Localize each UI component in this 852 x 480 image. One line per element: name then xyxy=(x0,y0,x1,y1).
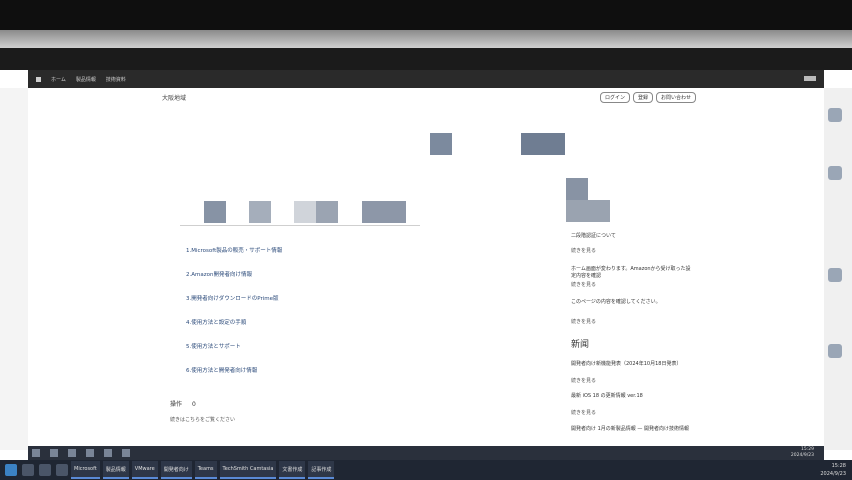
taskbar: Microsoft 製品情報 VMware 開発者向け Teams TechSm… xyxy=(0,460,852,480)
login-button[interactable]: ログイン xyxy=(600,92,631,103)
inner-start-icon[interactable] xyxy=(32,449,40,457)
taskbar-app[interactable]: 開発者向け xyxy=(160,461,192,479)
nav-item-3[interactable]: 技術資料 xyxy=(106,76,126,83)
register-button[interactable]: 登録 xyxy=(633,92,654,103)
top-dark-band xyxy=(0,48,852,70)
article-link[interactable]: 3.開発者向けダウンロードのPrime版 xyxy=(186,294,279,302)
site-navbar: ホーム 製品情報 技術資料 xyxy=(28,70,824,88)
top-black-region xyxy=(0,0,852,30)
article-link[interactable]: 2.Amazon開発者向け情報 xyxy=(186,270,252,278)
read-more-link[interactable]: 続きを見る xyxy=(571,318,596,325)
side-widget-icon[interactable] xyxy=(828,344,842,358)
browser-icon[interactable] xyxy=(56,464,68,476)
article-link[interactable]: 1.Microsoft製品の販売・サポート情報 xyxy=(186,246,282,254)
article-link[interactable]: 6.使用方法と開発者向け情報 xyxy=(186,366,257,374)
top-gray-region xyxy=(0,30,852,48)
inner-app-icon[interactable] xyxy=(67,449,76,457)
news-heading: 新闻 xyxy=(571,340,590,350)
contact-button[interactable]: お問い合わせ xyxy=(656,92,697,103)
taskbar-app[interactable]: TechSmith Camtasia xyxy=(219,461,277,479)
inner-search-icon[interactable] xyxy=(49,449,58,457)
inner-clock: 15:29 2024/9/23 xyxy=(791,447,814,459)
home-icon[interactable] xyxy=(36,76,41,82)
top-buttons: ログイン 登録 お問い合わせ xyxy=(600,92,697,103)
system-clock[interactable]: 15:28 2024/9/23 xyxy=(820,462,846,478)
sidebar-section-title: 二段階認証について xyxy=(571,233,616,239)
image-tile[interactable] xyxy=(294,201,316,223)
image-tile[interactable] xyxy=(204,201,226,223)
image-block xyxy=(566,178,588,200)
search-icon[interactable] xyxy=(22,464,34,476)
taskbar-app[interactable]: 文書作成 xyxy=(279,461,306,479)
side-widget-icon[interactable] xyxy=(828,268,842,282)
image-block xyxy=(566,200,610,222)
inner-app-icon[interactable] xyxy=(121,449,130,457)
right-gutter xyxy=(824,88,852,450)
news-item[interactable]: 最新 iOS 18 の更新情報 ver.18 xyxy=(571,393,691,400)
article-link[interactable]: 5.使用方法とサポート xyxy=(186,342,241,350)
bottom-note[interactable]: 続きはこちらをご覧ください xyxy=(170,416,235,423)
news-item[interactable]: 開発者向け新機能発表（2024年10月18日発表） xyxy=(571,361,691,368)
image-block xyxy=(521,133,565,155)
windows-start-icon[interactable] xyxy=(5,464,17,476)
left-gutter xyxy=(0,88,28,450)
inner-clock-date: 2024/9/23 xyxy=(790,453,814,458)
menu-icon[interactable] xyxy=(804,76,816,81)
image-tile[interactable] xyxy=(362,201,406,223)
taskbar-app[interactable]: Microsoft xyxy=(71,461,100,479)
clock-date: 2024/9/23 xyxy=(820,471,846,477)
read-more-link[interactable]: 続きを見る xyxy=(571,377,596,384)
clock-time: 15:28 xyxy=(831,463,846,469)
inner-app-icon[interactable] xyxy=(103,449,112,457)
operation-count: 0 xyxy=(191,401,196,408)
nav-item-1[interactable]: ホーム xyxy=(51,76,66,83)
inner-app-icon[interactable] xyxy=(85,449,94,457)
image-tile[interactable] xyxy=(316,201,338,223)
taskbar-app[interactable]: 製品情報 xyxy=(102,461,129,479)
side-widget-icon[interactable] xyxy=(828,108,842,122)
sidebar-item-text: このページの内容を確認してください。 xyxy=(571,299,661,305)
nav-item-2[interactable]: 製品情報 xyxy=(76,76,96,83)
inner-taskbar: 15:29 2024/9/23 xyxy=(28,446,824,460)
divider xyxy=(180,225,420,226)
operation-text: 操作 xyxy=(170,401,183,408)
read-more-link[interactable]: 続きを見る xyxy=(571,281,596,288)
side-widget-icon[interactable] xyxy=(828,166,842,180)
operation-label: 操作 0 xyxy=(170,399,196,408)
breadcrumb[interactable]: 大阪地域 xyxy=(162,93,186,102)
sidebar-item-text: ホーム画面が変わります。Amazonから受け取った設定内容を確認 xyxy=(571,266,691,279)
taskbar-app[interactable]: Teams xyxy=(194,461,217,479)
taskbar-app[interactable]: 記事作成 xyxy=(308,461,335,479)
image-tile[interactable] xyxy=(249,201,271,223)
news-item[interactable]: 開発者向け 1月の新製品情報 — 開発者向け技術情報 xyxy=(571,426,691,433)
taskbar-app[interactable]: VMware xyxy=(131,461,158,479)
read-more-link[interactable]: 続きを見る xyxy=(571,409,596,416)
task-view-icon[interactable] xyxy=(39,464,51,476)
image-block xyxy=(430,133,452,155)
read-more-link[interactable]: 続きを見る xyxy=(571,247,596,254)
article-link[interactable]: 4.使用方法と設定の手順 xyxy=(186,318,246,326)
